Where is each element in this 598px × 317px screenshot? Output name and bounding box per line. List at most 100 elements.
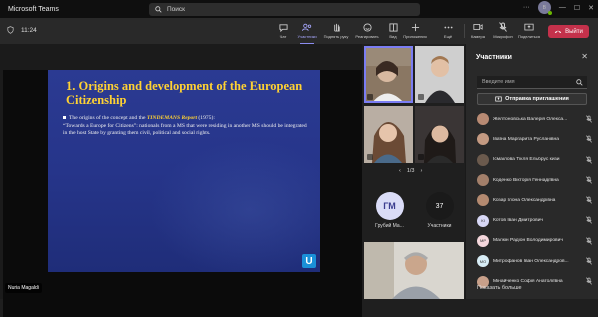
mic-status-icon [367, 154, 373, 160]
video-tile[interactable] [364, 46, 413, 103]
participant-row[interactable]: Іваїна Маргарита Русланівна [466, 129, 598, 149]
share-icon [524, 22, 534, 32]
participant-row[interactable]: Козар Ілона Олександрівна [466, 190, 598, 210]
camera-label: Камера [471, 34, 485, 39]
mic-off-icon [586, 196, 592, 204]
page-indicator: 1/3 [406, 168, 415, 174]
user-avatar-name: Грубий Ма... [375, 223, 404, 229]
participant-row[interactable]: Коденко Вікторія Геннадіївна [466, 170, 598, 190]
bullet-lead: The origins of the concept and the [69, 115, 147, 121]
mic-off-icon [498, 22, 508, 32]
mic-off-icon [586, 135, 592, 143]
participants-count-label: Участники [427, 223, 452, 229]
mic-label: Микрофон [493, 34, 513, 39]
participant-avatar [477, 113, 489, 126]
university-logo: U [302, 254, 316, 268]
participant-name: Іваїна Маргарита Русланівна [493, 136, 559, 142]
maximize-button[interactable]: ☐ [574, 4, 580, 12]
phone-icon [554, 30, 562, 34]
participant-name: Малкін Радіон Володимирович [493, 238, 563, 244]
send-invite-label: Отправка приглашения [505, 96, 569, 102]
participant-avatar [477, 194, 489, 207]
video-gallery: ‹ 1/3 › ГМ Грубий Ма... 37 Участники [362, 44, 465, 299]
participants-label: Участники [297, 34, 317, 39]
slide-body: The origins of the concept and the TINDE… [63, 115, 308, 138]
participant-avatar [477, 133, 489, 146]
search-box[interactable]: Поиск [149, 3, 420, 16]
meeting-toolbar: 11:24 Чат Участники Поднять руку Реагиро… [0, 18, 598, 44]
next-page-button[interactable]: › [421, 168, 423, 174]
chat-icon [278, 22, 288, 32]
camera-icon [473, 22, 483, 32]
mic-off-icon [586, 216, 592, 225]
participant-row[interactable]: Ісмаілова Тікля Ельбрус кизи [466, 150, 598, 170]
leave-label: Выйти [565, 28, 583, 35]
slide-canvas: 1. Origins and development of the Europe… [48, 70, 320, 272]
participant-list: Желтоновська Валерія Олекса... Іваїна Ма… [466, 109, 598, 292]
share-button[interactable]: Поделиться [514, 22, 544, 39]
apps-icon [410, 22, 420, 32]
window-controls: ··· В — ☐ ✕ [523, 1, 594, 15]
mic-off-icon [586, 155, 592, 164]
avatar-initials: В [542, 4, 547, 11]
presence-indicator [547, 11, 552, 15]
gallery-pager: ‹ 1/3 › [399, 168, 422, 174]
participant-name: Ісмаілова Тікля Ельбрус кизи [493, 157, 560, 163]
apps-button[interactable]: Приложения [400, 22, 430, 39]
shared-content-stage: 1. Origins and development of the Europe… [0, 44, 362, 317]
participant-avatar: МО [477, 255, 489, 268]
participant-search-input[interactable]: Введите имя [477, 76, 587, 89]
search-placeholder: Поиск [167, 6, 186, 13]
mic-off-icon [586, 176, 592, 184]
participants-panel: Участники ✕ Введите имя Отправка приглаш… [465, 44, 598, 299]
participant-row[interactable]: МР Малкін Радіон Володимирович [466, 231, 598, 251]
minimize-button[interactable]: — [559, 4, 566, 11]
mic-off-icon [586, 277, 592, 285]
video-tile[interactable] [415, 106, 464, 163]
ellipsis-icon [443, 22, 453, 32]
participants-count-tile[interactable]: 37 Участники [415, 189, 464, 249]
participant-row[interactable]: Желтоновська Валерія Олекса... [466, 109, 598, 129]
participant-name: Котов Іван Дмитрович [493, 218, 543, 224]
share-link-icon [495, 96, 502, 102]
close-window-button[interactable]: ✕ [588, 4, 594, 12]
view-label: Вид [389, 34, 397, 39]
show-more-link[interactable]: Показать больше [477, 285, 522, 291]
video-tile[interactable] [415, 46, 464, 103]
profile-avatar[interactable]: В [537, 1, 552, 15]
panel-title: Участники [476, 54, 512, 61]
mic-status-icon [367, 94, 373, 100]
more-actions-button[interactable]: Ещё [433, 22, 463, 39]
participant-initials: МО [479, 258, 487, 264]
participants-button[interactable]: Участники [292, 22, 322, 44]
bullet-emphasis: TINDEMANS Report [146, 115, 198, 121]
mic-off-icon [586, 237, 592, 245]
reactions-label: Реагировать [355, 34, 379, 39]
send-invite-button[interactable]: Отправка приглашения [477, 93, 587, 105]
prev-page-button[interactable]: ‹ [399, 168, 401, 174]
participant-initials: КІ [481, 218, 485, 224]
close-panel-button[interactable]: ✕ [581, 52, 588, 61]
participant-initials: МР [480, 238, 486, 244]
grid-icon [388, 22, 398, 32]
participant-avatar: МР [477, 234, 489, 247]
hand-icon [331, 22, 341, 32]
participant-row[interactable]: МО Митрофанов Іван Олександров... [466, 251, 598, 271]
raise-hand-button[interactable]: Поднять руку [321, 22, 351, 39]
mic-off-icon [586, 257, 592, 265]
leave-button[interactable]: Выйти [548, 25, 589, 38]
user-avatar-tile[interactable]: ГМ Грубий Ма... [365, 189, 414, 249]
participant-row[interactable]: КІ Котов Іван Дмитрович [466, 210, 598, 230]
participant-name: Митрофанов Іван Олександров... [493, 258, 569, 264]
chat-label: Чат [279, 34, 287, 39]
participant-search-placeholder: Введите имя [482, 79, 515, 85]
slide-paragraph: “Towards a Europe for Citizens”: nationa… [63, 122, 307, 137]
video-tile[interactable] [364, 106, 413, 163]
title-bar: Microsoft Teams Поиск ··· В — ☐ ✕ [0, 0, 598, 18]
shield-icon [7, 26, 14, 34]
video-tile[interactable] [364, 242, 464, 299]
participant-video [364, 242, 464, 299]
more-options-button[interactable]: ··· [523, 4, 530, 11]
slide-title: 1. Origins and development of the Europe… [66, 79, 303, 107]
bullet-mark [63, 116, 66, 120]
